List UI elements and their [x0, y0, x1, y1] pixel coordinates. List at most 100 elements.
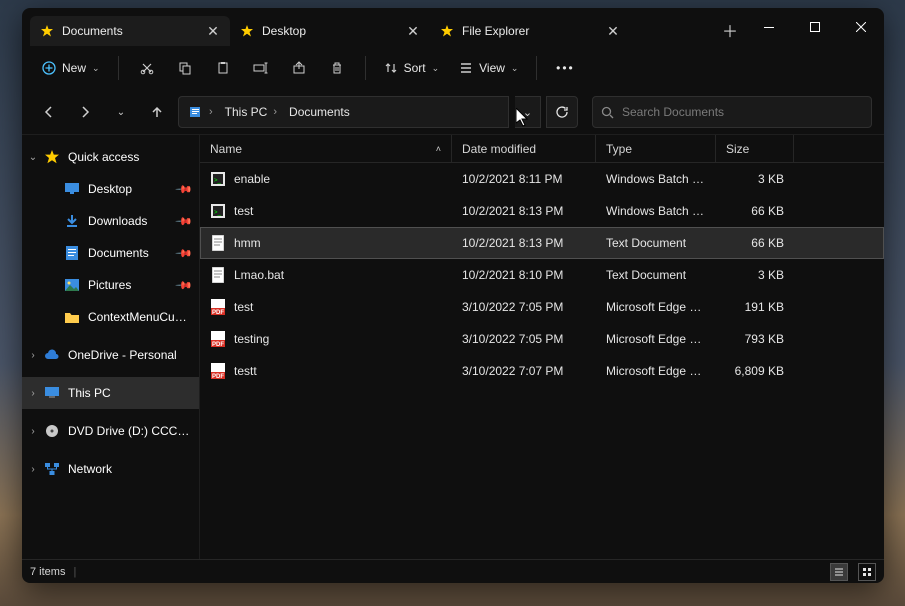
sort-indicator-icon: ˄ [436, 144, 441, 154]
file-list[interactable]: >_ enable 10/2/2021 8:11 PM Windows Batc… [200, 163, 884, 559]
cell-type: Microsoft Edge P… [596, 364, 716, 378]
tab[interactable]: Desktop ✕ [230, 16, 430, 46]
pc-icon [44, 387, 60, 399]
close-button[interactable] [838, 8, 884, 46]
expand-toggle[interactable]: ⌄ [26, 152, 40, 163]
expand-toggle[interactable]: › [26, 464, 40, 475]
cell-name: >_ test [200, 203, 452, 219]
sidebar-item[interactable]: ContextMenuCustomizer [22, 301, 199, 333]
minimize-button[interactable] [746, 8, 792, 46]
address-bar: ⌄ › This PC› Documents ⌄ [22, 90, 884, 134]
pin-icon: 📌 [175, 244, 194, 263]
sort-button[interactable]: Sort ⌄ [376, 52, 448, 84]
cell-type: Windows Batch File [596, 172, 716, 186]
sidebar-item-quick-access[interactable]: ⌄Quick access [22, 141, 199, 173]
copy-icon [178, 61, 192, 75]
tab-close-button[interactable]: ✕ [406, 24, 420, 38]
refresh-icon [555, 105, 569, 119]
new-button[interactable]: New ⌄ [34, 52, 108, 84]
up-button[interactable] [142, 97, 172, 127]
folder-doc-icon [189, 105, 203, 119]
view-button[interactable]: View ⌄ [451, 52, 526, 84]
copy-button[interactable] [167, 52, 203, 84]
trash-icon [330, 61, 344, 75]
file-row[interactable]: Lmao.bat 10/2/2021 8:10 PM Text Document… [200, 259, 884, 291]
sidebar-item-dvd[interactable]: ›DVD Drive (D:) CCCOMA_X64FRE_EN-US_DV9 [22, 415, 199, 447]
file-row[interactable]: hmm 10/2/2021 8:13 PM Text Document 66 K… [200, 227, 884, 259]
rename-button[interactable] [243, 52, 279, 84]
search-box[interactable] [592, 96, 872, 128]
tab[interactable]: Documents ✕ [30, 16, 230, 46]
delete-button[interactable] [319, 52, 355, 84]
breadcrumb-root-icon[interactable]: › [185, 105, 217, 119]
file-row[interactable]: PDF test 3/10/2022 7:05 PM Microsoft Edg… [200, 291, 884, 323]
back-button[interactable] [34, 97, 64, 127]
tab-close-button[interactable]: ✕ [206, 24, 220, 38]
cell-size: 66 KB [716, 236, 794, 250]
sidebar-item[interactable]: Downloads📌 [22, 205, 199, 237]
details-view-toggle[interactable] [830, 563, 848, 581]
expand-toggle[interactable]: › [26, 350, 40, 361]
maximize-button[interactable] [792, 8, 838, 46]
desktop-icon [64, 183, 80, 195]
breadcrumb-segment[interactable]: Documents [285, 105, 354, 119]
file-row[interactable]: >_ test 10/2/2021 8:13 PM Windows Batch … [200, 195, 884, 227]
forward-button[interactable] [70, 97, 100, 127]
column-header-name[interactable]: Name˄ [200, 135, 452, 162]
cell-date: 10/2/2021 8:13 PM [452, 236, 596, 250]
file-name: testing [234, 332, 269, 346]
cut-button[interactable] [129, 52, 165, 84]
paste-button[interactable] [205, 52, 241, 84]
cut-icon [140, 61, 154, 75]
sidebar-item[interactable]: Documents 📌 [22, 237, 199, 269]
sidebar-item[interactable]: Pictures📌 [22, 269, 199, 301]
tab[interactable]: File Explorer ✕ [430, 16, 630, 46]
expand-toggle[interactable]: › [26, 426, 40, 437]
column-header-size[interactable]: Size [716, 135, 794, 162]
sidebar-item-label: Documents [88, 246, 169, 260]
titlebar: Documents ✕ Desktop ✕ File Explorer ✕ ＋ [22, 8, 884, 46]
sidebar-item-network[interactable]: ›Network [22, 453, 199, 485]
chevron-down-icon: ⌄ [117, 107, 125, 118]
column-header-date[interactable]: Date modified [452, 135, 596, 162]
thumbnails-view-toggle[interactable] [858, 563, 876, 581]
file-row[interactable]: PDF testt 3/10/2022 7:07 PM Microsoft Ed… [200, 355, 884, 387]
sidebar-item-onedrive[interactable]: ›OneDrive - Personal [22, 339, 199, 371]
file-name: Lmao.bat [234, 268, 284, 282]
star-icon [40, 24, 54, 38]
search-icon [601, 106, 614, 119]
column-header-type[interactable]: Type [596, 135, 716, 162]
column-headers: Name˄ Date modified Type Size [200, 135, 884, 163]
file-icon: PDF [210, 331, 226, 347]
view-label: View [479, 61, 505, 75]
pin-icon: 📌 [175, 276, 194, 295]
view-icon [459, 61, 473, 75]
breadcrumb-history-button[interactable]: ⌄ [515, 96, 541, 128]
search-input[interactable] [622, 105, 863, 119]
sidebar-item[interactable]: Desktop📌 [22, 173, 199, 205]
expand-toggle[interactable]: › [26, 388, 40, 399]
file-row[interactable]: >_ enable 10/2/2021 8:11 PM Windows Batc… [200, 163, 884, 195]
recent-locations-button[interactable]: ⌄ [106, 97, 136, 127]
file-icon: PDF [210, 299, 226, 315]
cell-name: PDF testt [200, 363, 452, 379]
file-row[interactable]: PDF testing 3/10/2022 7:05 PM Microsoft … [200, 323, 884, 355]
breadcrumb-segment[interactable]: This PC› [221, 105, 281, 119]
more-button[interactable]: ••• [547, 52, 583, 84]
sidebar-item-this-pc[interactable]: ›This PC [22, 377, 199, 409]
svg-text:>_: >_ [214, 178, 222, 184]
pin-icon: 📌 [175, 212, 194, 231]
cell-size: 6,809 KB [716, 364, 794, 378]
add-tab-button[interactable]: ＋ [714, 14, 746, 46]
cell-date: 3/10/2022 7:07 PM [452, 364, 596, 378]
share-button[interactable] [281, 52, 317, 84]
refresh-button[interactable] [546, 96, 578, 128]
file-name: test [234, 300, 253, 314]
svg-text:PDF: PDF [212, 374, 224, 379]
navigation-pane[interactable]: ⌄Quick accessDesktop📌Downloads📌Documents… [22, 135, 200, 559]
forward-icon [78, 105, 92, 119]
window-controls [746, 8, 884, 46]
up-icon [150, 105, 164, 119]
breadcrumb[interactable]: › This PC› Documents [178, 96, 509, 128]
tab-close-button[interactable]: ✕ [606, 24, 620, 38]
